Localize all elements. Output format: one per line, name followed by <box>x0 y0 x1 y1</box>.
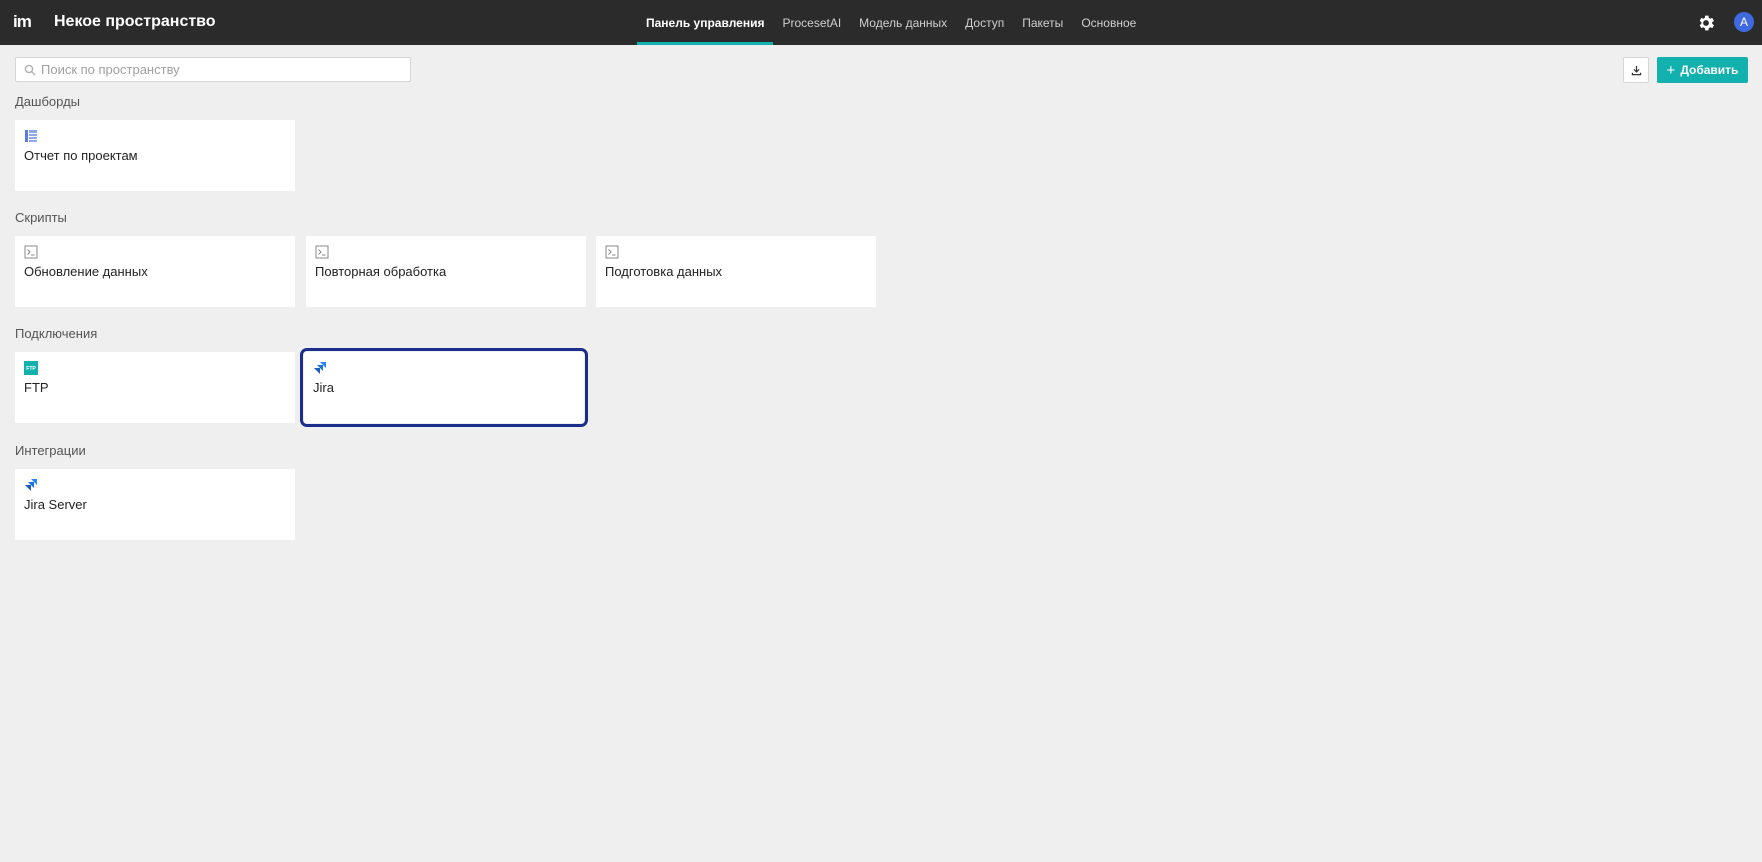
section-title-integrations: Интеграции <box>15 443 86 458</box>
card-jira[interactable]: Jira <box>300 348 588 427</box>
download-button[interactable] <box>1623 57 1649 83</box>
card-project-report[interactable]: Отчет по проектам <box>15 120 295 191</box>
search-input[interactable] <box>41 62 401 77</box>
section-title-scripts: Скрипты <box>15 210 67 225</box>
card-label: Повторная обработка <box>315 264 447 279</box>
script-icon <box>24 245 38 259</box>
search-box[interactable] <box>15 57 411 82</box>
gear-icon[interactable] <box>1696 13 1716 33</box>
dashboard-icon <box>25 130 37 142</box>
script-icon <box>315 245 329 259</box>
tab-label: Панель управления <box>646 15 765 30</box>
tab-dashboard[interactable]: Панель управления <box>637 0 774 45</box>
card-label: Подготовка данных <box>605 264 723 279</box>
tab-general[interactable]: Основное <box>1072 0 1145 45</box>
tab-data-model[interactable]: Модель данных <box>850 0 956 45</box>
jira-icon <box>25 479 37 491</box>
ftp-badge-text: FTP <box>26 366 36 372</box>
app-logo[interactable]: im <box>13 12 32 32</box>
add-button-label: Добавить <box>1680 63 1739 77</box>
card-jira-server[interactable]: Jira Server <box>15 469 295 540</box>
card-label: Обновление данных <box>24 264 148 279</box>
top-bar: im Некое пространство Панель управления … <box>0 0 1762 45</box>
tab-label: Пакеты <box>1022 15 1064 30</box>
card-label: FTP <box>24 380 49 395</box>
tab-packages[interactable]: Пакеты <box>1013 0 1072 45</box>
card-data-preparation[interactable]: Подготовка данных <box>596 236 876 307</box>
tab-label: Основное <box>1081 15 1137 30</box>
plus-icon: + <box>1666 61 1676 79</box>
download-icon <box>1631 65 1641 75</box>
card-data-update[interactable]: Обновление данных <box>15 236 295 307</box>
tab-access[interactable]: Доступ <box>956 0 1013 45</box>
ftp-icon: FTP <box>24 361 38 375</box>
tab-label: Модель данных <box>859 15 948 30</box>
tab-procesetai[interactable]: ProcesetAI <box>773 0 850 45</box>
main-nav: Панель управления ProcesetAI Модель данн… <box>637 0 1145 45</box>
section-title-dashboards: Дашборды <box>15 94 80 109</box>
jira-icon <box>314 362 326 374</box>
tab-label: ProcesetAI <box>782 15 842 30</box>
tab-label: Доступ <box>965 15 1005 30</box>
avatar[interactable]: A <box>1734 12 1754 32</box>
section-title-connections: Подключения <box>15 326 98 341</box>
card-label: Jira Server <box>24 497 87 512</box>
add-button[interactable]: + Добавить <box>1657 57 1748 83</box>
script-icon <box>605 245 619 259</box>
card-reprocessing[interactable]: Повторная обработка <box>306 236 586 307</box>
search-icon <box>24 64 36 75</box>
space-title: Некое пространство <box>54 13 216 30</box>
card-ftp[interactable]: FTP FTP <box>15 352 295 423</box>
card-label: Отчет по проектам <box>24 148 138 163</box>
card-label: Jira <box>313 380 334 395</box>
